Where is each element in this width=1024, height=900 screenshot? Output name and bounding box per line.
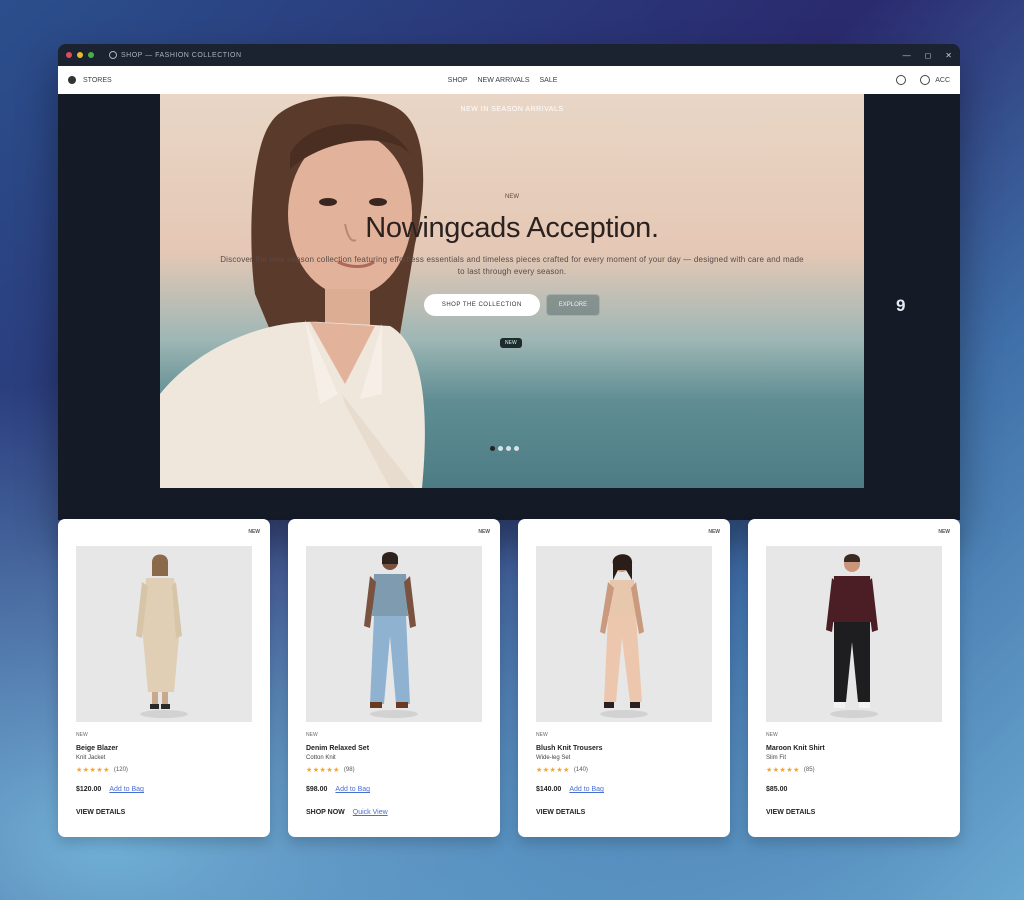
close-icon[interactable]: ✕ [945,51,952,60]
view-details-link[interactable]: VIEW DETAILS [536,809,585,816]
product-description: Wide-leg Set [536,755,571,761]
review-count: (140) [573,767,588,773]
product-rating: ★★★★★ (98) [306,766,355,774]
product-image[interactable] [536,546,712,722]
brand-name[interactable]: STORES [83,77,112,84]
product-price-row: $120.00 Add to Bag [76,786,144,793]
explore-button[interactable]: EXPLORE [545,294,601,316]
user-label: ACC [935,76,950,84]
quick-view-link[interactable]: Quick View [353,809,388,816]
hero-subtitle: Discover the new season collection featu… [220,255,804,276]
hero-banner: NEW IN SEASON ARRIVALS NEW Nowingcads Ac… [160,94,864,488]
star-icon: ★★★★★ [306,767,340,774]
product-rating: ★★★★★ (140) [536,766,588,774]
product-cta-row: SHOP NOW Quick View [306,809,388,816]
nav-link-shop[interactable]: SHOP [448,77,468,84]
product-rating: ★★★★★ (120) [76,766,128,774]
product-badge: NEW [248,529,260,535]
product-card[interactable]: NEW NEW Denim Relaxed Set Cotton Knit ★★… [288,519,500,837]
product-rating: ★★★★★ (85) [766,766,815,774]
search-icon[interactable] [896,75,907,85]
view-details-link[interactable]: VIEW DETAILS [766,809,815,816]
hero-title: Nowingcads Acception. [365,212,659,244]
product-category: NEW [766,732,778,738]
model-figure-icon [136,554,188,718]
hero-model-image [160,96,425,488]
window-title: SHOP — FASHION COLLECTION [121,51,242,59]
hero-buttons: SHOP THE COLLECTION EXPLORE [160,294,864,316]
product-category: NEW [306,732,318,738]
product-category: NEW [76,732,88,738]
minimize-window-dot[interactable] [77,52,83,58]
nav-link-new-arrivals[interactable]: NEW ARRIVALS [478,77,530,84]
product-price: $85.00 [766,786,788,793]
product-cta-row: VIEW DETAILS [76,809,125,816]
review-count: (85) [803,767,815,773]
product-price: $98.00 [306,786,328,793]
review-count: (120) [113,767,128,773]
hero-kicker: NEW [505,194,519,200]
product-price: $120.00 [76,786,102,793]
restore-icon[interactable]: ◻ [925,51,932,60]
site-navbar: STORES SHOP NEW ARRIVALS SALE ACC [58,66,960,94]
product-name[interactable]: Beige Blazer [76,745,118,752]
model-figure-icon [826,554,878,718]
star-icon: ★★★★★ [536,767,570,774]
carousel-dot[interactable] [498,446,503,451]
carousel-dots [490,446,519,451]
nav-links: SHOP NEW ARRIVALS SALE [448,77,558,84]
carousel-dot[interactable] [514,446,519,451]
product-badge: NEW [708,529,720,535]
review-count: (98) [343,767,355,773]
hero-tag: NEW [500,338,522,348]
hero-top-label: NEW IN SEASON ARRIVALS [460,106,564,113]
carousel-dot[interactable] [506,446,511,451]
product-price-row: $140.00 Add to Bag [536,786,604,793]
product-image[interactable] [76,546,252,722]
product-cta-row: VIEW DETAILS [766,809,815,816]
product-badge: NEW [938,529,950,535]
close-window-dot[interactable] [66,52,72,58]
carousel-dot[interactable] [490,446,495,451]
browser-window: SHOP — FASHION COLLECTION — ◻ ✕ STORES S… [58,44,960,520]
product-price-row: $98.00 Add to Bag [306,786,370,793]
product-cta-row: VIEW DETAILS [536,809,585,816]
user-icon [920,75,931,85]
product-description: Slim Fit [766,755,786,761]
globe-icon [109,51,117,59]
product-grid: NEW NEW Beige Blazer Knit Jacket ★★★★★ (… [58,519,960,837]
star-icon: ★★★★★ [76,767,110,774]
product-category: NEW [536,732,548,738]
product-card[interactable]: NEW NEW Beige Blazer Knit Jacket ★★★★★ (… [58,519,270,837]
product-price-row: $85.00 [766,786,787,793]
add-to-bag-link[interactable]: Add to Bag [109,786,144,793]
star-icon: ★★★★★ [766,767,800,774]
product-image[interactable] [766,546,942,722]
nav-link-sale[interactable]: SALE [540,77,558,84]
product-price: $140.00 [536,786,562,793]
product-card[interactable]: NEW NEW Maroon Knit Shirt Slim Fit ★★★★★… [748,519,960,837]
product-badge: NEW [478,529,490,535]
logo-icon[interactable] [68,76,76,84]
product-name[interactable]: Maroon Knit Shirt [766,745,825,752]
product-description: Cotton Knit [306,755,336,761]
title-bar: SHOP — FASHION COLLECTION — ◻ ✕ [58,44,960,66]
minimize-icon[interactable]: — [903,51,911,60]
shop-collection-button[interactable]: SHOP THE COLLECTION [423,294,540,316]
model-figure-icon [600,554,648,718]
maximize-window-dot[interactable] [88,52,94,58]
product-name[interactable]: Denim Relaxed Set [306,745,369,752]
add-to-bag-link[interactable]: Add to Bag [335,786,370,793]
add-to-bag-link[interactable]: Add to Bag [569,786,604,793]
shop-now-link[interactable]: SHOP NOW [306,809,345,816]
product-card[interactable]: NEW NEW Blush Knit Trousers Wide-leg Set… [518,519,730,837]
product-description: Knit Jacket [76,755,106,761]
product-image[interactable] [306,546,482,722]
carousel-next-arrow[interactable]: 9 [896,296,905,316]
model-figure-icon [364,552,418,718]
product-name[interactable]: Blush Knit Trousers [536,745,603,752]
view-details-link[interactable]: VIEW DETAILS [76,809,125,816]
user-menu[interactable]: ACC [920,75,950,85]
